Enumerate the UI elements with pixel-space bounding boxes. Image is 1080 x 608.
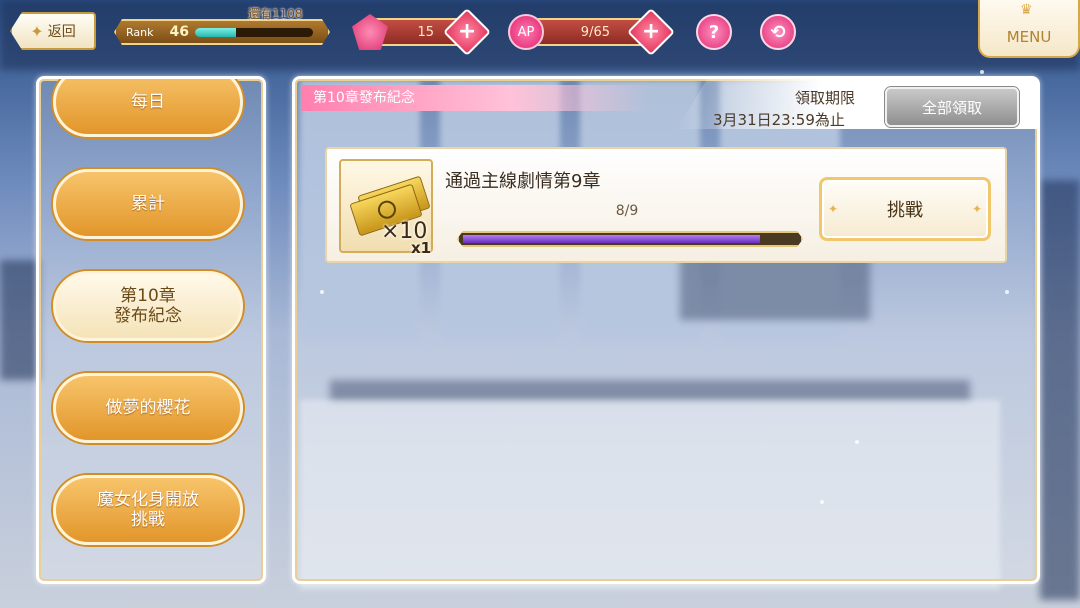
top-bar: ✦ 返回 Rank 46 還有1108 15 + 9/65 AP + ? ⟲ ♛… [0,0,1080,64]
category-panel: 每日 累計 第10章 發布紀念 做夢的櫻花 魔女化身開放 挑戰 [36,76,266,584]
category-daily[interactable]: 每日 [53,79,243,137]
category-label: 累計 [131,194,165,214]
category-label: 做夢的櫻花 [105,398,191,418]
category-dreaming-sakura[interactable]: 做夢的櫻花 [53,373,243,443]
rank-bar: Rank 46 [114,19,330,45]
sparkle-deco-icon: ✦ [971,202,982,216]
category-witch-form-challenge[interactable]: 魔女化身開放 挑戰 [53,475,243,545]
add-gems-button[interactable]: + [442,7,492,57]
refresh-swap-icon: ⟲ [770,21,786,43]
section-ribbon: 第10章發布紀念 [301,85,651,111]
category-cumulative[interactable]: 累計 [53,169,243,239]
mission-progress-bar [457,231,803,247]
ap-value: 9/65 [580,24,610,40]
challenge-label: 挑戰 [887,200,923,221]
challenge-button[interactable]: ✦ 挑戰 ✦ [819,177,991,241]
ticket-emblem-icon [375,198,399,222]
menu-button[interactable]: ♛ MENU [978,0,1080,58]
back-button[interactable]: ✦ 返回 [10,12,96,50]
plus-icon: + [641,19,661,44]
mission-progress-text: 8/9 [615,203,639,219]
mission-progress-fill [463,235,760,243]
claim-all-button[interactable]: 全部領取 [885,87,1019,127]
mission-row: ×10 x1 通過主線劇情第9章 8/9 ✦ 挑戰 ✦ [325,147,1007,263]
rank-label: Rank [126,25,154,39]
reward-count: x1 [411,239,432,257]
mission-title: 通過主線劇情第9章 [445,171,601,192]
sparkle-deco-icon: ✦ [828,202,839,216]
category-label: 魔女化身開放 挑戰 [97,490,199,530]
deadline-time: 3月31日23:59為止 [713,111,845,129]
plus-icon: + [457,19,477,44]
rank-exp-track [195,28,313,37]
sparkle-icon: ✦ [30,21,44,41]
switch-button[interactable]: ⟲ [760,14,796,50]
help-button[interactable]: ? [696,14,732,50]
reward-item[interactable]: ×10 x1 [339,159,433,257]
category-label: 每日 [131,92,165,112]
rank-value: 46 [169,24,189,40]
rank-exp-fill [195,28,236,37]
gem-value: 15 [417,24,434,40]
ap-icon: AP [508,14,544,50]
question-icon: ? [708,21,720,43]
category-chapter10-release[interactable]: 第10章 發布紀念 [53,271,243,341]
back-label: 返回 [47,24,76,40]
mission-panel: 第10章發布紀念 領取期限 3月31日23:59為止 全部領取 ×10 x1 通… [292,76,1040,584]
crown-icon: ♛ [1020,2,1033,18]
category-label: 第10章 發布紀念 [114,286,182,326]
deadline-label: 領取期限 [795,89,856,107]
rank-remaining-exp: 還有1108 [248,7,303,21]
add-ap-button[interactable]: + [626,7,676,57]
menu-label: MENU [1006,28,1052,46]
